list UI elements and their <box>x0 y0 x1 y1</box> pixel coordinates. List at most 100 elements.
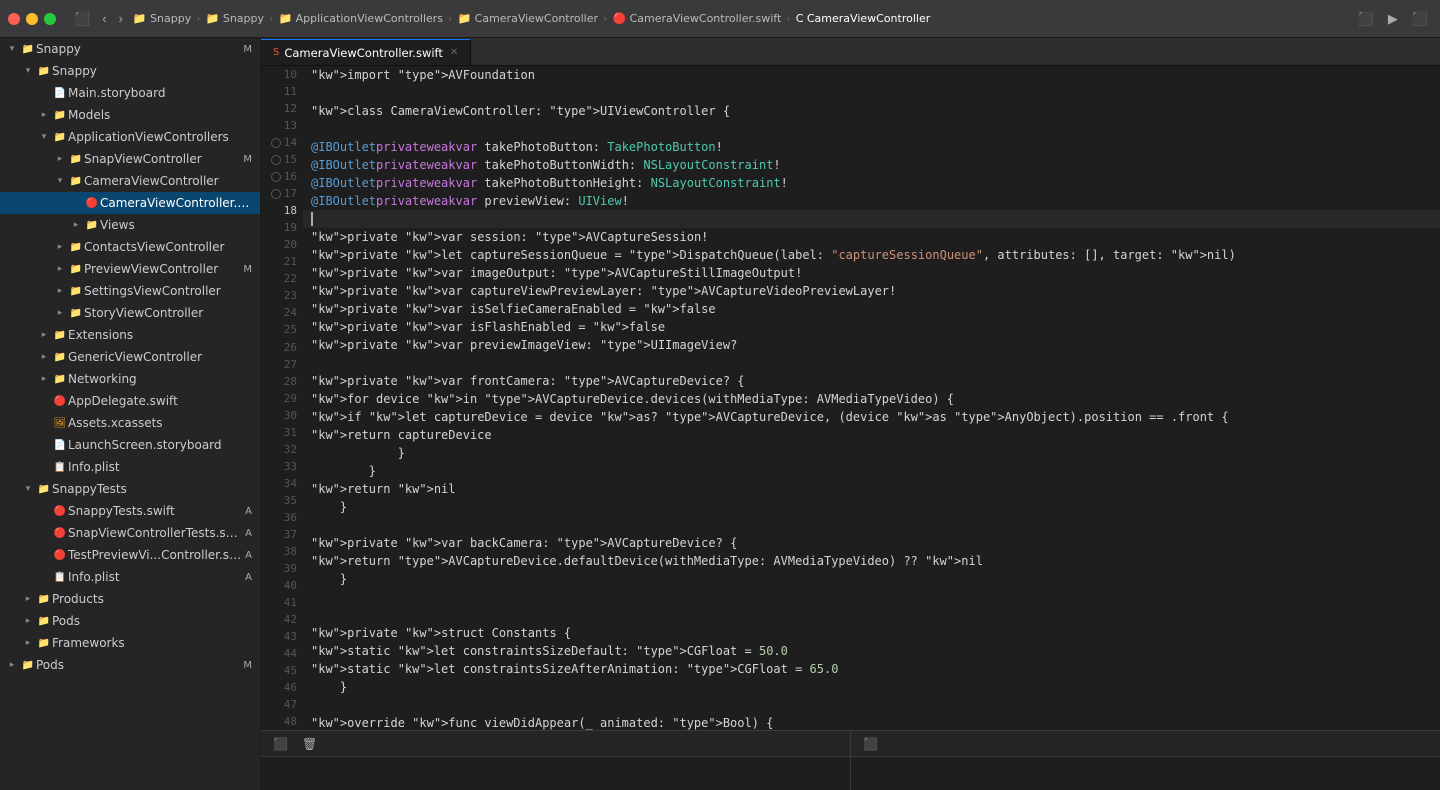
window-controls[interactable] <box>8 13 56 25</box>
sidebar-item-info-plist[interactable]: 📋 Info.plist <box>0 456 260 478</box>
code-line-19[interactable]: "kw">private "kw">var session: "type">AV… <box>303 228 1440 246</box>
sidebar-item-appdelegate[interactable]: 🔴 AppDelegate.swift <box>0 390 260 412</box>
expand-arrow[interactable] <box>20 616 36 626</box>
expand-arrow[interactable] <box>36 374 52 384</box>
code-line-31[interactable]: } <box>303 444 1440 462</box>
sidebar-item-launchscreen[interactable]: 📄 LaunchScreen.storyboard <box>0 434 260 456</box>
sidebar-item-extensions[interactable]: 📁 Extensions <box>0 324 260 346</box>
code-line-46[interactable]: "kw">override "kw">func viewDidAppear(_ … <box>303 714 1440 730</box>
sidebar-item-frameworks[interactable]: 📁 Frameworks <box>0 632 260 654</box>
code-line-35[interactable] <box>303 516 1440 534</box>
expand-arrow[interactable] <box>36 110 52 120</box>
expand-arrow[interactable] <box>4 660 20 670</box>
sidebar-item-cameraviewcontroller[interactable]: 📁 CameraViewController <box>0 170 260 192</box>
inspector-button[interactable]: ⬛ <box>1408 9 1432 29</box>
sidebar-item-snapviewcontroller[interactable]: 📁 SnapViewController M <box>0 148 260 170</box>
expand-arrow[interactable] <box>52 264 68 274</box>
code-line-34[interactable]: } <box>303 498 1440 516</box>
iboutlet-circle[interactable] <box>271 138 281 148</box>
sidebar-item-snappy-group[interactable]: 📁 Snappy <box>0 60 260 82</box>
expand-arrow[interactable] <box>36 330 52 340</box>
bc-appviewcontrollers[interactable]: 📁 ApplicationViewControllers <box>278 12 443 25</box>
code-line-28[interactable]: "kw">for device "kw">in "type">AVCapture… <box>303 390 1440 408</box>
code-body[interactable]: "kw">import "type">AVFoundation"kw">clas… <box>303 66 1440 730</box>
expand-arrow[interactable] <box>20 66 36 76</box>
expand-arrow[interactable] <box>52 242 68 252</box>
code-line-27[interactable]: "kw">private "kw">var frontCamera: "type… <box>303 372 1440 390</box>
expand-arrow[interactable] <box>52 154 68 164</box>
expand-arrow[interactable] <box>36 352 52 362</box>
bc-cameraviewcontroller-folder[interactable]: 📁 CameraViewController <box>457 12 598 25</box>
iboutlet-circle[interactable] <box>271 155 281 165</box>
sidebar-item-contactsviewcontroller[interactable]: 📁 ContactsViewController <box>0 236 260 258</box>
tab-cameraviewcontroller[interactable]: S CameraViewController.swift ✕ <box>261 39 471 65</box>
expand-arrow[interactable] <box>68 220 84 230</box>
sidebar-item-snapviewcontrollertest[interactable]: 🔴 SnapViewControllerTests.swift A <box>0 522 260 544</box>
sidebar-item-info-plist-tests[interactable]: 📋 Info.plist A <box>0 566 260 588</box>
code-line-30[interactable]: "kw">return captureDevice <box>303 426 1440 444</box>
expand-arrow[interactable] <box>4 44 20 54</box>
sidebar-item-views[interactable]: 📁 Views <box>0 214 260 236</box>
code-line-24[interactable]: "kw">private "kw">var isFlashEnabled = "… <box>303 318 1440 336</box>
code-line-20[interactable]: "kw">private "kw">let captureSessionQueu… <box>303 246 1440 264</box>
code-line-43[interactable]: "kw">static "kw">let constraintsSizeAfte… <box>303 660 1440 678</box>
code-line-38[interactable]: } <box>303 570 1440 588</box>
code-line-32[interactable]: } <box>303 462 1440 480</box>
expand-arrow[interactable] <box>20 594 36 604</box>
minimize-button[interactable] <box>26 13 38 25</box>
bc-snappy-group[interactable]: 📁 Snappy <box>206 12 264 25</box>
code-line-15[interactable]: @IBOutlet private weak var takePhotoButt… <box>303 156 1440 174</box>
sidebar-item-genericviewcontroller[interactable]: 📁 GenericViewController <box>0 346 260 368</box>
debug-toggle-button[interactable]: ⬛ <box>269 736 292 752</box>
code-line-36[interactable]: "kw">private "kw">var backCamera: "type"… <box>303 534 1440 552</box>
forward-button[interactable]: › <box>115 9 127 28</box>
sidebar-toggle-button[interactable]: ⬛ <box>70 9 94 29</box>
code-line-45[interactable] <box>303 696 1440 714</box>
sidebar-item-snappytests[interactable]: 📁 SnappyTests <box>0 478 260 500</box>
sidebar-item-snappytests-swift[interactable]: 🔴 SnappyTests.swift A <box>0 500 260 522</box>
iboutlet-circle[interactable] <box>271 189 281 199</box>
back-button[interactable]: ‹ <box>98 9 110 28</box>
navigator-button[interactable]: ⬛ <box>1354 9 1378 29</box>
debug-button[interactable]: ▶ <box>1384 9 1402 29</box>
sidebar-item-settingsviewcontroller[interactable]: 📁 SettingsViewController <box>0 280 260 302</box>
code-line-41[interactable]: "kw">private "kw">struct Constants { <box>303 624 1440 642</box>
code-line-17[interactable]: @IBOutlet private weak var previewView: … <box>303 192 1440 210</box>
sidebar-item-networking[interactable]: 📁 Networking <box>0 368 260 390</box>
code-line-42[interactable]: "kw">static "kw">let constraintsSizeDefa… <box>303 642 1440 660</box>
sidebar-item-cameraviewcontroller-swift[interactable]: 🔴 CameraViewController.swift <box>0 192 260 214</box>
code-line-44[interactable]: } <box>303 678 1440 696</box>
code-line-11[interactable] <box>303 84 1440 102</box>
code-line-25[interactable]: "kw">private "kw">var previewImageView: … <box>303 336 1440 354</box>
tab-close-icon[interactable]: ✕ <box>450 47 458 58</box>
bc-cameraviewcontroller-symbol[interactable]: C CameraViewController <box>796 12 931 25</box>
sidebar-item-pods[interactable]: 📁 Pods <box>0 610 260 632</box>
bc-cameraviewcontroller-file[interactable]: 🔴 CameraViewController.swift <box>612 12 781 25</box>
code-line-39[interactable] <box>303 588 1440 606</box>
bc-snappy-project[interactable]: 📁 Snappy <box>133 12 191 25</box>
sidebar-item-main-storyboard[interactable]: 📄 Main.storyboard <box>0 82 260 104</box>
expand-arrow[interactable] <box>36 132 52 142</box>
code-line-21[interactable]: "kw">private "kw">var imageOutput: "type… <box>303 264 1440 282</box>
code-line-18[interactable] <box>303 210 1440 228</box>
expand-arrow[interactable] <box>52 176 68 186</box>
sidebar-item-snappy-root[interactable]: 📁 Snappy M <box>0 38 260 60</box>
sidebar-item-storyviewcontroller[interactable]: 📁 StoryViewController <box>0 302 260 324</box>
code-line-14[interactable]: @IBOutlet private weak var takePhotoButt… <box>303 138 1440 156</box>
code-line-10[interactable]: "kw">import "type">AVFoundation <box>303 66 1440 84</box>
expand-arrow[interactable] <box>20 484 36 494</box>
sidebar-item-assets[interactable]: 🖼 Assets.xcassets <box>0 412 260 434</box>
code-line-22[interactable]: "kw">private "kw">var captureViewPreview… <box>303 282 1440 300</box>
debug-clear-button[interactable]: 🗑 <box>298 736 321 752</box>
sidebar-item-models[interactable]: 📁 Models <box>0 104 260 126</box>
code-line-29[interactable]: "kw">if "kw">let captureDevice = device … <box>303 408 1440 426</box>
sidebar-item-previewviewcontroller[interactable]: 📁 PreviewViewController M <box>0 258 260 280</box>
code-line-13[interactable] <box>303 120 1440 138</box>
sidebar-item-appviewcontrollers[interactable]: 📁 ApplicationViewControllers <box>0 126 260 148</box>
expand-arrow[interactable] <box>20 638 36 648</box>
code-line-40[interactable] <box>303 606 1440 624</box>
code-line-37[interactable]: "kw">return "type">AVCaptureDevice.defau… <box>303 552 1440 570</box>
code-line-23[interactable]: "kw">private "kw">var isSelfieCameraEnab… <box>303 300 1440 318</box>
sidebar-item-testpreviewvi[interactable]: 🔴 TestPreviewVi...Controller.swift A <box>0 544 260 566</box>
code-line-16[interactable]: @IBOutlet private weak var takePhotoButt… <box>303 174 1440 192</box>
